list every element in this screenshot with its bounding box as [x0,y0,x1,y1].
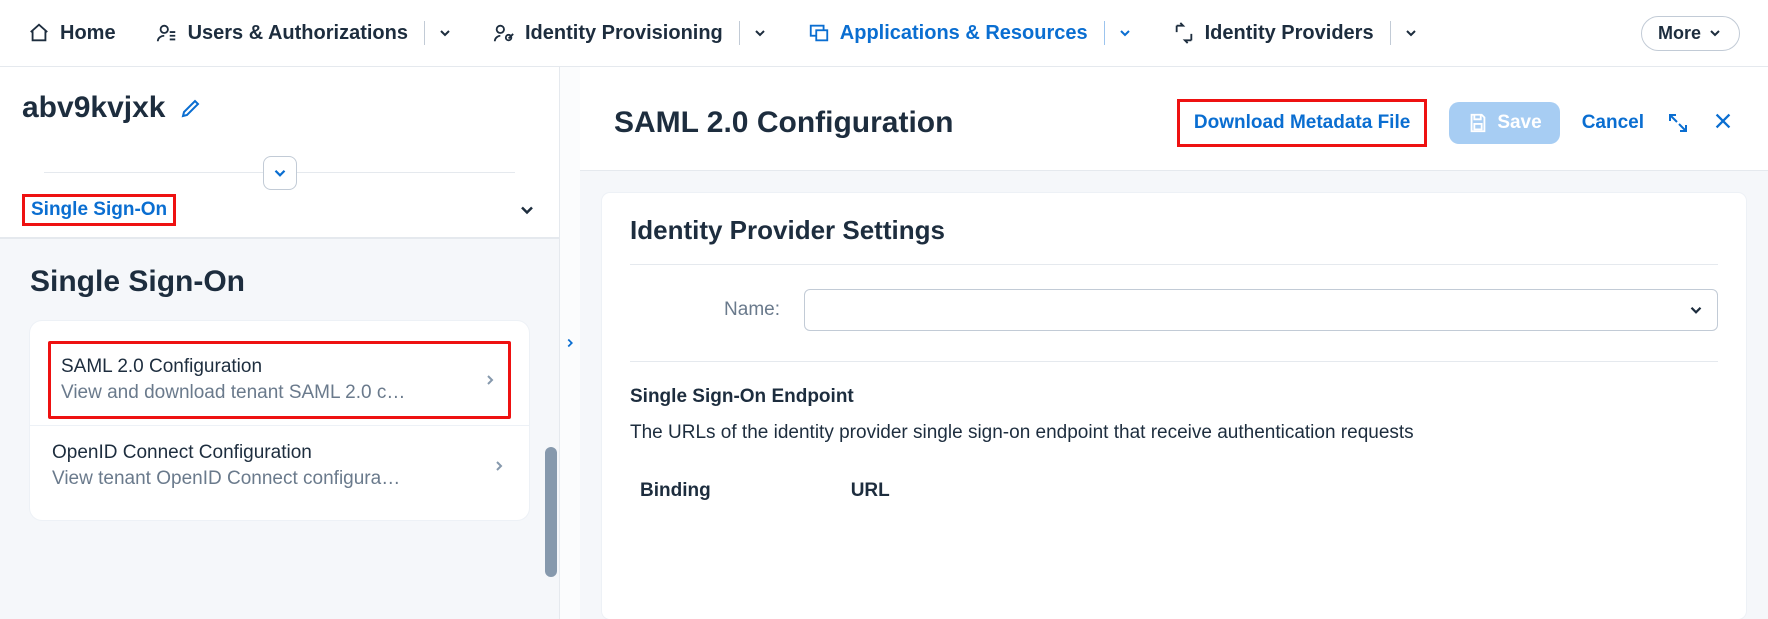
edit-icon[interactable] [179,96,203,120]
users-icon [156,22,178,44]
nav-users[interactable]: Users & Authorizations [156,21,453,45]
nav-idp-label: Identity Providers [1205,22,1374,45]
chevron-down-icon[interactable] [437,25,453,41]
nav-applications-label: Applications & Resources [840,22,1088,45]
close-icon [1712,110,1734,132]
name-select[interactable] [804,289,1718,331]
tab-sso[interactable]: Single Sign-On [0,183,559,239]
save-icon [1467,112,1489,134]
idp-settings-title: Identity Provider Settings [630,215,1718,265]
oidc-config-title: OpenID Connect Configuration [52,442,400,464]
chevron-down-icon[interactable] [517,200,537,220]
endpoint-table-header: Binding URL [630,472,1718,510]
chevron-down-icon[interactable] [752,25,768,41]
chevron-down-icon [1707,25,1723,41]
identity-providers-icon [1173,22,1195,44]
chevron-down-icon[interactable] [1403,25,1419,41]
nav-home[interactable]: Home [28,22,116,45]
chevron-right-icon [563,336,577,350]
top-nav: Home Users & Authorizations Identity Pro… [0,0,1768,67]
nav-provisioning[interactable]: Identity Provisioning [493,21,768,45]
close-button[interactable] [1712,107,1734,139]
splitter[interactable] [560,67,580,619]
applications-icon [808,22,830,44]
nav-idp[interactable]: Identity Providers [1173,21,1419,45]
nav-users-label: Users & Authorizations [188,22,408,45]
saml-config-row[interactable]: SAML 2.0 Configuration View and download… [48,341,511,419]
nav-provisioning-label: Identity Provisioning [525,22,723,45]
left-panel: abv9kvjxk Single Sign-On Single Sign-On … [0,67,560,619]
expand-icon[interactable] [1666,111,1690,135]
right-panel: SAML 2.0 Configuration Download Metadata… [580,67,1768,619]
save-button[interactable]: Save [1449,102,1559,144]
endpoint-heading: Single Sign-On Endpoint [630,386,1718,408]
saml-config-title: SAML 2.0 Configuration [61,356,405,378]
chevron-right-icon [482,372,498,388]
tab-sso-label: Single Sign-On [22,194,176,226]
application-name: abv9kvjxk [22,91,165,125]
chevron-down-icon[interactable] [1117,25,1133,41]
collapse-toggle[interactable] [263,156,297,190]
nav-applications[interactable]: Applications & Resources [808,21,1133,45]
download-metadata-button[interactable]: Download Metadata File [1177,99,1427,147]
save-label: Save [1497,112,1541,134]
saml-config-sub: View and download tenant SAML 2.0 c… [61,382,405,404]
endpoint-desc: The URLs of the identity provider single… [630,422,1718,444]
more-label: More [1658,23,1701,44]
oidc-config-sub: View tenant OpenID Connect configura… [52,468,400,490]
nav-home-label: Home [60,22,116,45]
col-binding: Binding [640,480,711,502]
chevron-down-icon [271,164,289,182]
section-title: Single Sign-On [30,265,529,299]
cancel-button[interactable]: Cancel [1582,112,1644,134]
more-button[interactable]: More [1641,16,1740,51]
scrollbar-thumb[interactable] [545,447,557,577]
provisioning-icon [493,22,515,44]
home-icon [28,22,50,44]
chevron-down-icon [1687,301,1705,319]
chevron-right-icon [491,458,507,474]
name-label: Name: [630,299,780,321]
detail-title: SAML 2.0 Configuration [614,106,953,140]
sso-card: SAML 2.0 Configuration View and download… [30,321,529,520]
oidc-config-row[interactable]: OpenID Connect Configuration View tenant… [30,425,529,506]
col-url: URL [851,480,890,502]
